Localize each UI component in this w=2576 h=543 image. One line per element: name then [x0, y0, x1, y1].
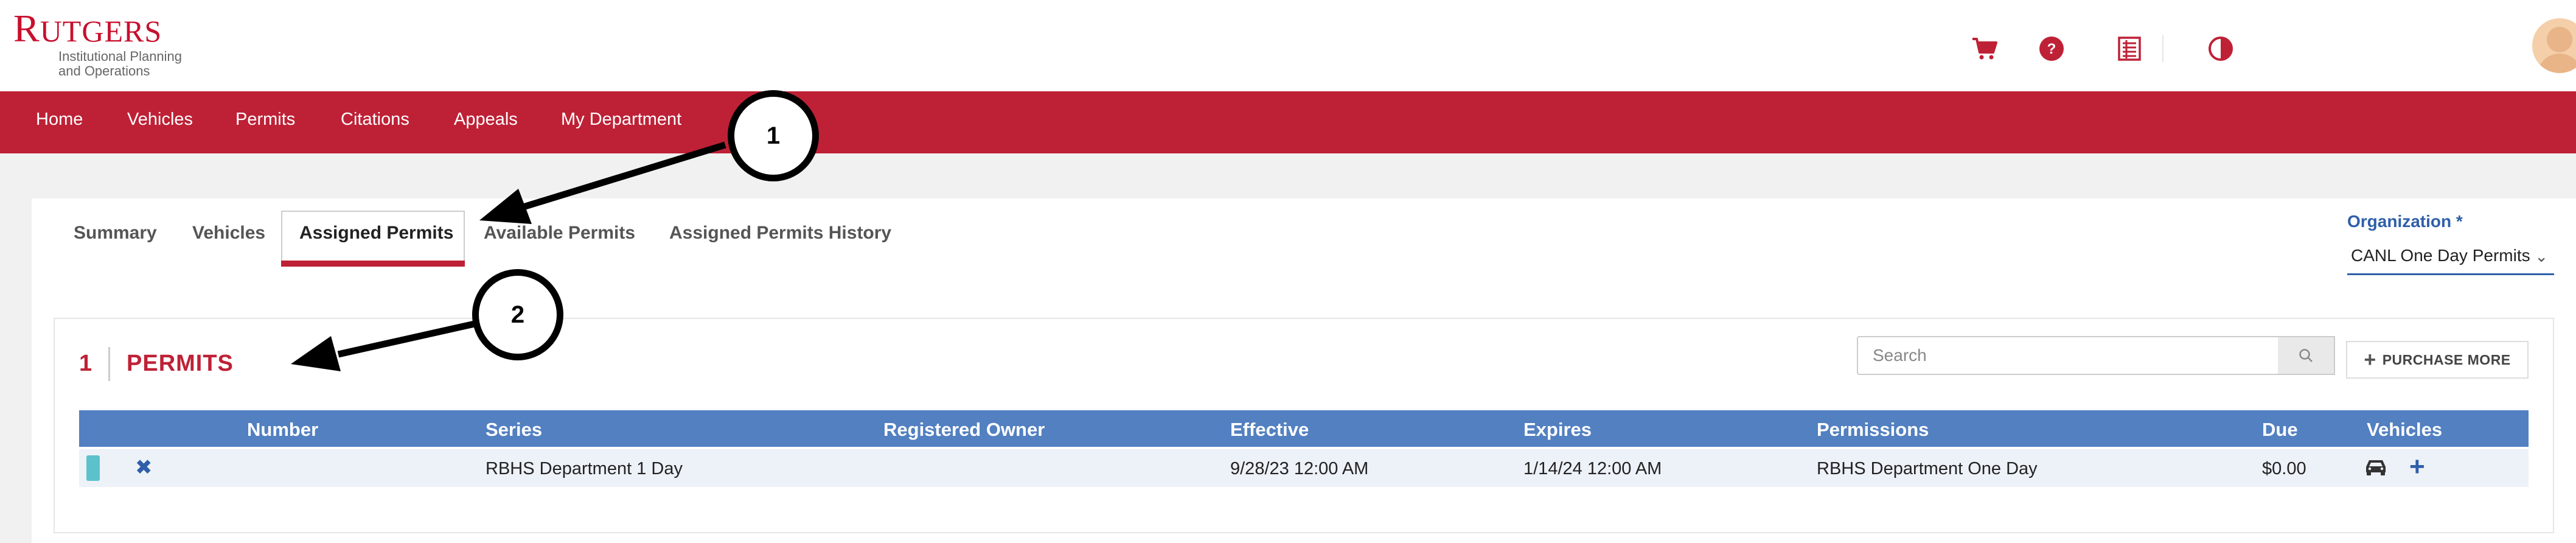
chevron-down-icon: ⌄: [2535, 247, 2548, 265]
permits-title: PERMITS: [127, 351, 234, 376]
tab-vehicles[interactable]: Vehicles: [192, 223, 265, 243]
column-header-permissions[interactable]: Permissions: [1817, 419, 1929, 441]
organization-select[interactable]: CANL One Day Permits ⌄: [2347, 239, 2554, 275]
logo-subtitle-line2: and Operations: [58, 63, 150, 79]
permits-count: 1: [79, 351, 92, 376]
avatar[interactable]: [2532, 18, 2576, 73]
column-header-due[interactable]: Due: [2262, 419, 2298, 441]
callout-1: 1: [728, 90, 819, 181]
receipt-icon[interactable]: [2114, 33, 2145, 65]
nav-item-appeals[interactable]: Appeals: [454, 110, 518, 130]
help-icon[interactable]: ?: [2036, 33, 2067, 65]
cell-permissions: RBHS Department One Day: [1817, 459, 2038, 478]
column-header-expires[interactable]: Expires: [1523, 419, 1592, 441]
organization-label: Organization *: [2347, 212, 2463, 231]
search-icon: [2299, 349, 2313, 362]
header-divider: [2162, 35, 2163, 62]
logo-subtitle-line1: Institutional Planning: [58, 49, 183, 64]
cell-effective: 9/28/23 12:00 AM: [1230, 459, 1369, 478]
tab-assigned-permits[interactable]: Assigned Permits: [299, 223, 453, 243]
nav-item-citations[interactable]: Citations: [341, 110, 409, 130]
column-header-number[interactable]: Number: [247, 419, 318, 441]
column-header-series[interactable]: Series: [486, 419, 542, 441]
cell-due: $0.00: [2262, 459, 2306, 478]
contrast-icon[interactable]: [2205, 33, 2237, 65]
table-row[interactable]: ✖ RBHS Department 1 Day 9/28/23 12:00 AM…: [79, 449, 2529, 487]
rutgers-logo[interactable]: RUTGERS: [13, 6, 162, 51]
svg-text:?: ?: [2047, 41, 2056, 57]
purchase-more-button[interactable]: + PURCHASE MORE: [2346, 341, 2529, 379]
search-button[interactable]: [2278, 336, 2335, 375]
top-header: RUTGERS Institutional Planning and Opera…: [0, 0, 2576, 91]
column-header-vehicles[interactable]: Vehicles: [2367, 419, 2442, 441]
plus-icon: +: [2364, 348, 2376, 371]
nav-item-permits[interactable]: Permits: [235, 110, 295, 130]
tab-assigned-permits-history[interactable]: Assigned Permits History: [669, 223, 891, 243]
cart-icon[interactable]: [1969, 33, 2000, 65]
avatar-body: [2537, 54, 2576, 73]
column-header-effective[interactable]: Effective: [1230, 419, 1309, 441]
nav-item-home[interactable]: Home: [36, 110, 83, 130]
nav-item-my-department[interactable]: My Department: [561, 110, 681, 130]
tab-available-permits[interactable]: Available Permits: [484, 223, 635, 243]
car-icon[interactable]: [2364, 458, 2387, 479]
purchase-more-label: PURCHASE MORE: [2382, 351, 2511, 368]
table-header: Number Series Registered Owner Effective…: [79, 410, 2529, 447]
tab-active-underline: [281, 261, 465, 267]
cell-expires: 1/14/24 12:00 AM: [1523, 459, 1662, 478]
column-header-registered-owner[interactable]: Registered Owner: [883, 419, 1045, 441]
nav-item-vehicles[interactable]: Vehicles: [127, 110, 193, 130]
permit-color-swatch: [86, 455, 100, 481]
callout-2: 2: [472, 269, 563, 360]
add-vehicle-icon[interactable]: +: [2409, 452, 2425, 482]
search-input[interactable]: [1857, 336, 2279, 375]
tab-summary[interactable]: Summary: [74, 223, 157, 243]
remove-icon[interactable]: ✖: [135, 455, 153, 480]
cell-series: RBHS Department 1 Day: [486, 459, 683, 478]
avatar-head: [2547, 27, 2572, 52]
main-nav: Home Vehicles Permits Citations Appeals …: [0, 91, 2576, 153]
count-divider: [108, 347, 110, 381]
organization-selected-value: CANL One Day Permits: [2351, 246, 2530, 265]
